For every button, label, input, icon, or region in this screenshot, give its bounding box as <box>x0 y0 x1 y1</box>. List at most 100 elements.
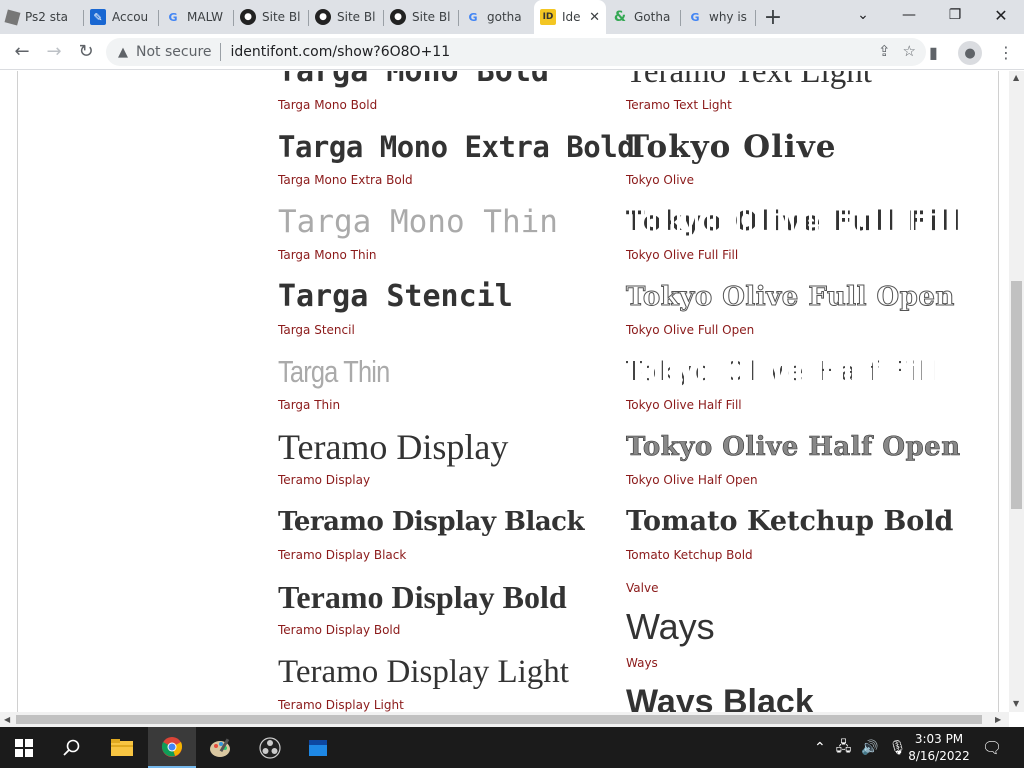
new-tab-button[interactable]: + <box>756 0 790 34</box>
font-name-link[interactable]: Targa Mono Bold <box>278 98 377 112</box>
scroll-left-arrow-icon[interactable]: ◀ <box>4 715 10 724</box>
file-explorer-icon[interactable] <box>98 727 146 768</box>
font-entry[interactable]: Targa Mono Bold Targa Mono Bold <box>278 71 618 112</box>
font-entry[interactable]: Targa Thin Targa Thin <box>278 353 618 412</box>
app-blue-icon[interactable] <box>294 727 342 768</box>
font-sample[interactable]: Targa Mono Bold <box>278 71 618 91</box>
minimize-button[interactable]: — <box>886 0 932 30</box>
font-sample[interactable]: Teramo Text Light <box>626 71 966 91</box>
font-entry[interactable]: Tokyo Olive Tokyo Olive <box>626 128 966 187</box>
font-sample[interactable]: Tokyo Olive Half Open <box>626 428 966 466</box>
warning-icon[interactable]: ▲ <box>118 45 128 60</box>
font-sample[interactable]: Teramo Display Bold <box>278 578 618 616</box>
font-sample[interactable]: Targa Stencil <box>278 278 618 316</box>
side-panel-icon[interactable]: ▮ <box>929 43 938 62</box>
font-name-link[interactable]: Teramo Display Bold <box>278 623 400 637</box>
security-label[interactable]: Not secure <box>136 44 212 60</box>
font-entry[interactable]: Targa Mono Thin Targa Mono Thin <box>278 203 618 262</box>
close-tab-icon[interactable]: ✕ <box>589 10 600 25</box>
font-sample[interactable]: Teramo Display Light <box>278 653 618 691</box>
font-name-link[interactable]: Tokyo Olive Half Open <box>626 473 758 487</box>
tab-8-active[interactable]: ID Ide ✕ <box>534 0 606 34</box>
microphone-icon[interactable]: 🎙 <box>889 740 907 756</box>
font-entry[interactable]: Teramo Text Light Teramo Text Light <box>626 71 966 112</box>
font-entry[interactable]: Teramo Display Black Teramo Display Blac… <box>278 503 618 562</box>
scroll-up-arrow-icon[interactable]: ▲ <box>1013 73 1019 82</box>
font-sample[interactable]: Teramo Display Black <box>278 503 618 541</box>
scroll-right-arrow-icon[interactable]: ▶ <box>995 715 1001 724</box>
network-icon[interactable]: 🖧 <box>836 736 852 760</box>
font-sample[interactable]: Tokyo Olive <box>626 128 966 166</box>
paint-icon[interactable] <box>196 727 244 768</box>
font-name-link[interactable]: Ways <box>626 656 658 670</box>
font-entry[interactable]: Tokyo Olive Half Open Tokyo Olive Half O… <box>626 428 966 487</box>
tab-3[interactable]: G MALW <box>159 0 234 34</box>
address-bar[interactable]: ▲ Not secure identifont.com/show?6O8O+11… <box>106 38 926 66</box>
font-sample[interactable]: Ways <box>626 608 966 646</box>
menu-kebab-icon[interactable]: ⋮ <box>998 43 1014 62</box>
url-text[interactable]: identifont.com/show?6O8O+11 <box>231 44 451 60</box>
font-name-link[interactable]: Targa Mono Extra Bold <box>278 173 413 187</box>
font-sample[interactable]: Targa Mono Extra Bold <box>278 128 635 166</box>
font-sample[interactable]: Tokyo Olive Full Fill <box>626 203 966 241</box>
font-name-link[interactable]: Targa Thin <box>278 398 340 412</box>
back-icon[interactable]: ← <box>6 36 38 68</box>
font-entry[interactable]: Teramo Display Teramo Display <box>278 428 618 487</box>
font-sample[interactable]: Targa Mono Thin <box>278 203 618 241</box>
close-window-button[interactable]: ✕ <box>978 0 1024 30</box>
font-name-link[interactable]: Teramo Display Light <box>278 698 404 712</box>
font-entry[interactable]: Tokyo Olive Full Open Tokyo Olive Full O… <box>626 278 966 338</box>
forward-icon[interactable]: → <box>38 36 70 68</box>
horizontal-scroll-thumb[interactable] <box>16 715 982 724</box>
font-entry[interactable]: Teramo Display Light Teramo Display Ligh… <box>278 653 618 712</box>
bookmark-star-icon[interactable]: ☆ <box>903 42 916 60</box>
tab-1[interactable]: Ps2 sta <box>0 0 84 34</box>
search-icon[interactable] <box>48 727 96 768</box>
font-name-link[interactable]: Targa Mono Thin <box>278 248 377 262</box>
tab-10[interactable]: G why is <box>681 0 756 34</box>
scroll-down-arrow-icon[interactable]: ▼ <box>1013 699 1019 708</box>
font-name-link[interactable]: Valve <box>626 581 658 595</box>
font-name-link[interactable]: Tokyo Olive Full Open <box>626 323 754 337</box>
font-name-link[interactable]: Tomato Ketchup Bold <box>626 548 753 562</box>
font-name-link[interactable]: Teramo Display Black <box>278 548 406 562</box>
font-name-link[interactable]: Tokyo Olive Half Fill <box>626 398 742 412</box>
font-sample[interactable]: Tokyo Olive Full Open <box>626 278 966 316</box>
vertical-scrollbar[interactable]: ▲ ▼ <box>1009 71 1024 712</box>
obs-icon[interactable] <box>246 727 294 768</box>
font-name-link[interactable]: Tokyo Olive <box>626 173 694 187</box>
volume-icon[interactable]: 🔊 <box>861 740 878 756</box>
tab-5[interactable]: ● Site Bl <box>309 0 384 34</box>
chevron-up-icon[interactable]: ⌃ <box>814 740 826 756</box>
tab-9[interactable]: & Gotha <box>606 0 681 34</box>
font-name-link[interactable]: Teramo Text Light <box>626 98 732 112</box>
restore-button[interactable]: ❐ <box>932 0 978 30</box>
horizontal-scrollbar[interactable]: ◀ ▶ <box>0 712 1009 727</box>
font-sample[interactable]: Ways Black <box>626 683 966 712</box>
vertical-scroll-thumb[interactable] <box>1011 281 1022 509</box>
font-name-link[interactable]: Tokyo Olive Full Fill <box>626 248 738 262</box>
font-entry[interactable]: Targa Mono Extra Bold Targa Mono Extra B… <box>278 128 635 187</box>
font-entry[interactable]: Tokyo Olive Half Fill Tokyo Olive Half F… <box>626 353 966 412</box>
font-entry[interactable]: Tokyo Olive Full Fill Tokyo Olive Full F… <box>626 203 966 262</box>
font-entry[interactable]: Targa Stencil Targa Stencil <box>278 278 618 337</box>
font-entry[interactable]: Tomato Ketchup Bold Tomato Ketchup Bold <box>626 503 966 562</box>
font-entry[interactable]: Ways Black <box>626 683 966 712</box>
tab-7[interactable]: G gotha <box>459 0 534 34</box>
font-name-link[interactable]: Teramo Display <box>278 473 370 487</box>
windows-start-icon[interactable] <box>0 727 48 768</box>
font-name-link[interactable]: Targa Stencil <box>278 323 355 337</box>
font-entry[interactable]: Ways Ways <box>626 608 966 671</box>
font-sample[interactable]: Tomato Ketchup Bold <box>626 503 966 541</box>
font-sample[interactable]: Teramo Display <box>278 428 618 466</box>
taskbar-clock[interactable]: 3:03 PM 8/16/2022 <box>906 731 972 765</box>
tab-6[interactable]: ● Site Bl <box>384 0 459 34</box>
tab-2[interactable]: ✎ Accou <box>84 0 159 34</box>
tab-4[interactable]: ● Site Bl <box>234 0 309 34</box>
share-icon[interactable]: ⇪ <box>878 42 891 60</box>
profile-avatar-icon[interactable]: ● <box>958 41 982 65</box>
chrome-icon[interactable] <box>148 727 196 768</box>
notification-icon[interactable]: 🗨 <box>982 727 1002 768</box>
tab-search-icon[interactable]: ⌄ <box>840 0 886 30</box>
font-sample[interactable]: Tokyo Olive Half Fill <box>626 353 966 391</box>
